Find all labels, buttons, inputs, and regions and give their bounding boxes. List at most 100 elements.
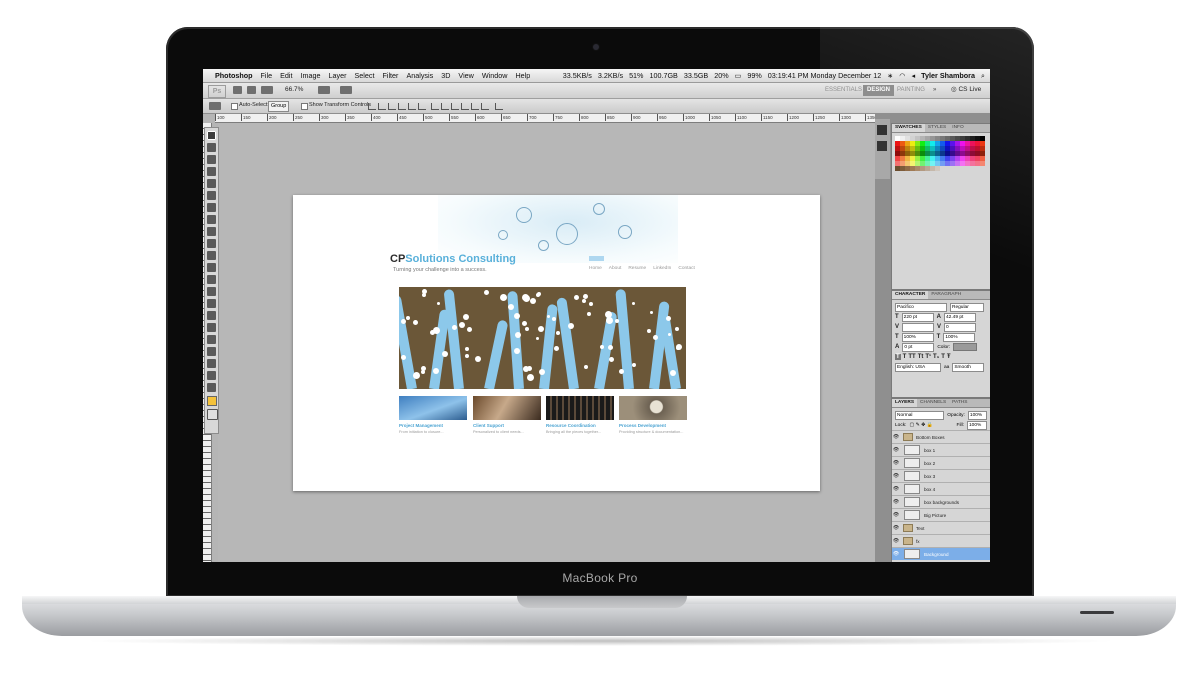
adjustments-panel-icon[interactable]: [877, 141, 887, 151]
align-left-icon[interactable]: [398, 103, 406, 110]
menu-filter[interactable]: Filter: [378, 71, 402, 80]
tab-layers[interactable]: LAYERS: [892, 399, 918, 407]
path-select-tool-icon[interactable]: [207, 323, 216, 332]
visibility-eye-icon[interactable]: 👁: [892, 499, 900, 505]
brush-tool-icon[interactable]: [207, 215, 216, 224]
font-style-dropdown[interactable]: Regular: [950, 302, 984, 312]
auto-select-checkbox[interactable]: [231, 103, 238, 110]
crop-tool-icon[interactable]: [207, 179, 216, 188]
faux-bold-icon[interactable]: T: [895, 354, 901, 360]
menu-edit[interactable]: Edit: [276, 71, 296, 80]
document-canvas[interactable]: CPSolutions Consulting Turning your chal…: [293, 195, 820, 491]
blur-tool-icon[interactable]: [207, 275, 216, 284]
hand-tool-icon[interactable]: [207, 371, 216, 380]
distribute-right-icon[interactable]: [481, 103, 489, 110]
underline-icon[interactable]: T: [941, 354, 945, 360]
menu-window[interactable]: Window: [478, 71, 512, 80]
visibility-eye-icon[interactable]: 👁: [892, 460, 900, 466]
layer-row[interactable]: 👁 Bottom Boxes: [892, 430, 990, 443]
superscript-icon[interactable]: T¹: [925, 354, 931, 360]
gradient-tool-icon[interactable]: [207, 263, 216, 272]
disk-usage[interactable]: 20%: [713, 71, 729, 80]
layer-row[interactable]: 👁 fx: [892, 534, 990, 547]
minibridge-icon[interactable]: [247, 86, 256, 94]
tab-info[interactable]: INFO: [949, 124, 966, 132]
menu-view[interactable]: View: [454, 71, 477, 80]
move-tool-preset-icon[interactable]: [209, 102, 221, 110]
align-vcenter-icon[interactable]: [378, 103, 386, 110]
history-brush-tool-icon[interactable]: [207, 239, 216, 248]
align-hcenter-icon[interactable]: [408, 103, 416, 110]
workspace-essentials[interactable]: ESSENTIALS: [821, 85, 866, 96]
more-workspaces-icon[interactable]: »: [929, 85, 940, 96]
clone-stamp-tool-icon[interactable]: [207, 227, 216, 236]
3d-orbit-tool-icon[interactable]: [207, 359, 216, 368]
type-tool-icon[interactable]: [207, 311, 216, 320]
antialias-dropdown[interactable]: Smooth: [952, 362, 985, 372]
all-caps-icon[interactable]: TT: [908, 354, 915, 360]
menu-image[interactable]: Image: [297, 71, 325, 80]
leading-field[interactable]: 42.49 pt: [944, 312, 977, 322]
marquee-tool-icon[interactable]: [207, 143, 216, 152]
canvas-area[interactable]: CPSolutions Consulting Turning your chal…: [218, 123, 875, 562]
auto-select-dropdown[interactable]: Group: [268, 101, 290, 112]
menu-layer[interactable]: Layer: [325, 71, 351, 80]
vertical-scale-field[interactable]: 100%: [901, 332, 934, 342]
foreground-color-swatch[interactable]: [207, 396, 217, 406]
dodge-tool-icon[interactable]: [207, 287, 216, 296]
kerning-field[interactable]: [902, 322, 935, 332]
menu-file[interactable]: File: [257, 71, 277, 80]
horizontal-scale-field[interactable]: 100%: [943, 332, 976, 342]
auto-align-icon[interactable]: [495, 103, 503, 110]
cs-live-button[interactable]: ◎ CS Live: [951, 85, 981, 93]
layer-row[interactable]: 👁 box 4: [892, 482, 990, 495]
blend-mode-dropdown[interactable]: Normal: [895, 410, 945, 420]
visibility-eye-icon[interactable]: 👁: [892, 512, 900, 518]
tab-styles[interactable]: STYLES: [925, 124, 949, 132]
layer-row[interactable]: 👁 Big Picture: [892, 508, 990, 521]
language-dropdown[interactable]: English: USA: [895, 362, 941, 372]
strikethrough-icon[interactable]: Ŧ: [947, 354, 951, 360]
text-color-swatch[interactable]: [953, 343, 978, 351]
layer-row[interactable]: 👁 box 3: [892, 469, 990, 482]
color-swatch[interactable]: [935, 166, 940, 171]
subscript-icon[interactable]: T₁: [933, 354, 939, 360]
visibility-eye-icon[interactable]: 👁: [892, 447, 900, 453]
menu-3d[interactable]: 3D: [437, 71, 454, 80]
user-name[interactable]: Tyler Shambora: [920, 71, 976, 80]
view-extras-icon[interactable]: [261, 86, 273, 94]
zoom-tool-icon[interactable]: [207, 383, 216, 392]
tracking-field[interactable]: 0: [944, 322, 977, 332]
clock[interactable]: 03:19:41 PM Monday December 12: [767, 71, 882, 80]
font-family-dropdown[interactable]: Pacifico: [895, 302, 947, 312]
distribute-left-icon[interactable]: [461, 103, 469, 110]
pen-tool-icon[interactable]: [207, 299, 216, 308]
menu-analysis[interactable]: Analysis: [402, 71, 437, 80]
menu-help[interactable]: Help: [511, 71, 534, 80]
menu-photoshop[interactable]: Photoshop: [211, 71, 257, 80]
visibility-eye-icon[interactable]: 👁: [892, 538, 900, 544]
visibility-eye-icon[interactable]: 👁: [892, 551, 900, 557]
opacity-field[interactable]: 100%: [967, 410, 987, 420]
visibility-eye-icon[interactable]: 👁: [892, 525, 900, 531]
shape-tool-icon[interactable]: [207, 335, 216, 344]
battery-icon[interactable]: ▭: [734, 71, 743, 80]
swatch-grid[interactable]: [892, 133, 990, 174]
align-bottom-icon[interactable]: [388, 103, 396, 110]
distribute-hcenter-icon[interactable]: [471, 103, 479, 110]
tab-swatches[interactable]: SWATCHES: [892, 124, 925, 132]
3d-rotate-tool-icon[interactable]: [207, 347, 216, 356]
workspace-painting[interactable]: PAINTING: [893, 85, 929, 96]
layer-row[interactable]: 👁 box backgrounds: [892, 495, 990, 508]
move-tool-icon[interactable]: [207, 131, 216, 140]
visibility-eye-icon[interactable]: 👁: [892, 486, 900, 492]
quick-mask-icon[interactable]: [207, 409, 218, 420]
eyedropper-tool-icon[interactable]: [207, 191, 216, 200]
bluetooth-icon[interactable]: ∗: [886, 71, 894, 80]
color-swatch[interactable]: [980, 161, 985, 166]
arrange-documents-icon[interactable]: [318, 86, 330, 94]
tab-paragraph[interactable]: PARAGRAPH: [928, 291, 964, 299]
layer-row[interactable]: 👁 Text: [892, 521, 990, 534]
menu-select[interactable]: Select: [350, 71, 378, 80]
baseline-shift-field[interactable]: 0 pt: [902, 342, 935, 352]
